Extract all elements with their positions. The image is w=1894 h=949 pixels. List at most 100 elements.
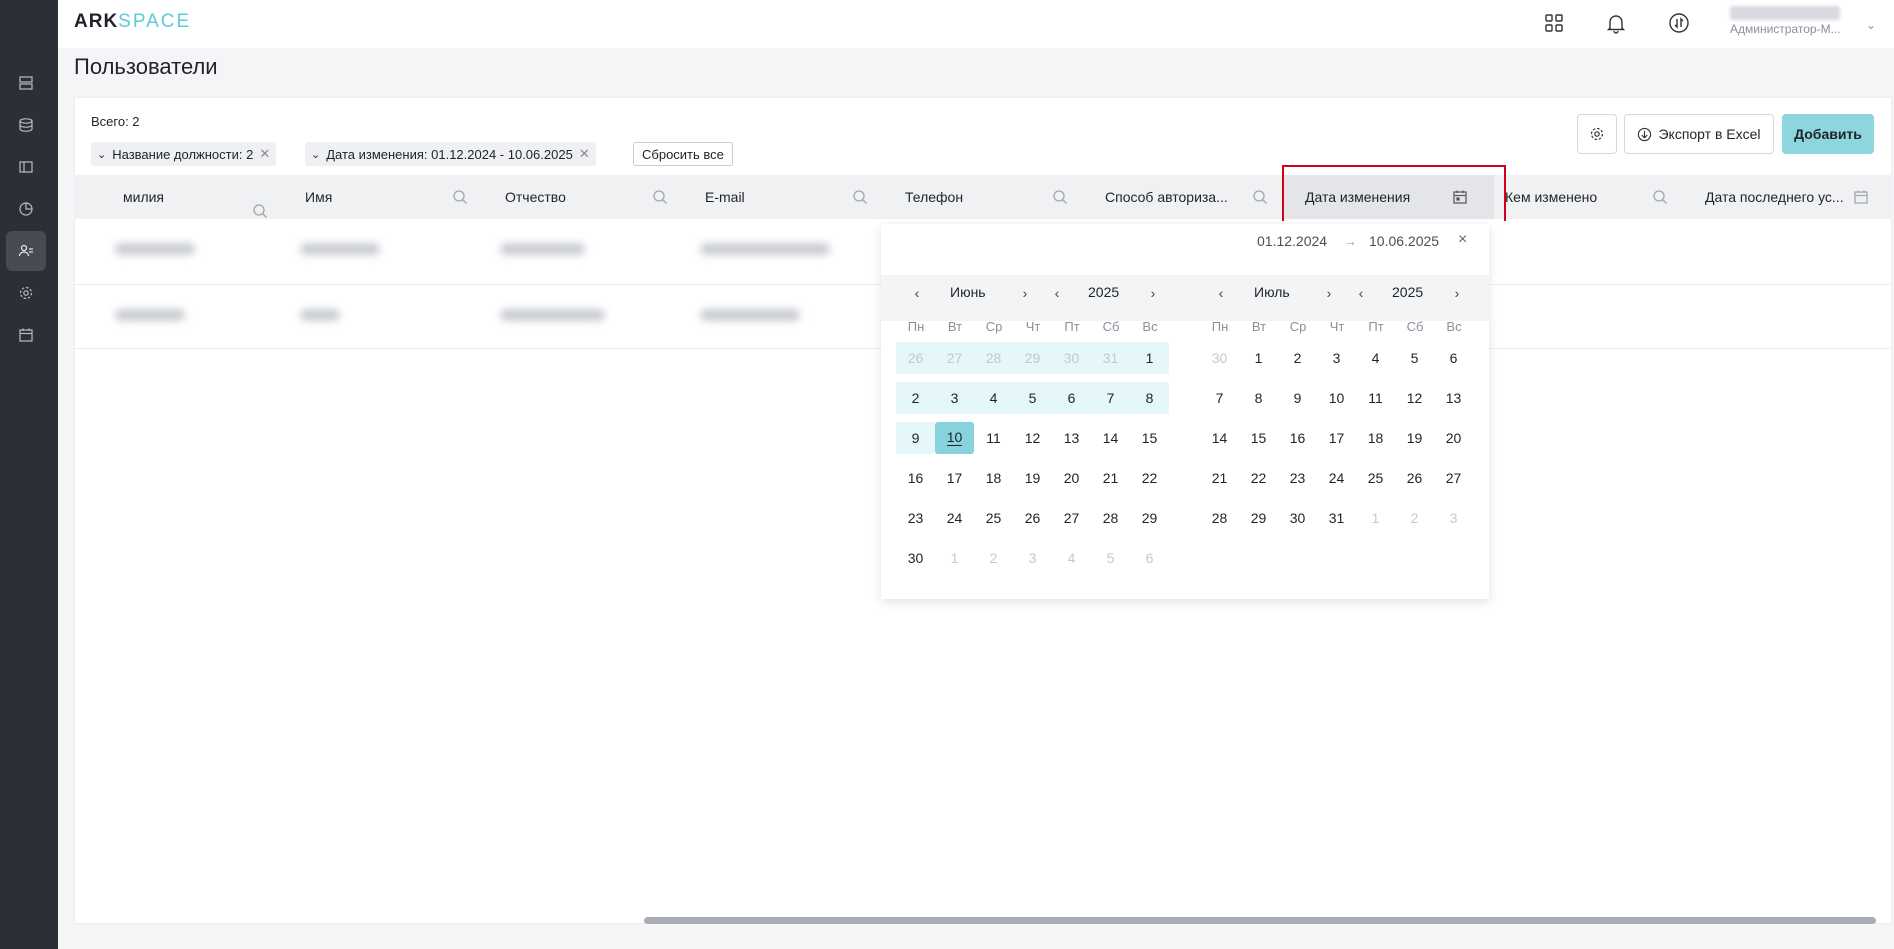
- left-month[interactable]: Июнь: [950, 284, 986, 300]
- calendar-day[interactable]: 24: [935, 502, 974, 534]
- calendar-day[interactable]: 29: [1130, 502, 1169, 534]
- search-icon[interactable]: [852, 189, 868, 208]
- prev-month-icon[interactable]: ‹: [1211, 283, 1231, 303]
- calendar-day[interactable]: 4: [1052, 542, 1091, 574]
- calendar-day[interactable]: 21: [1200, 462, 1239, 494]
- calendar-day[interactable]: 30: [1052, 342, 1091, 374]
- calendar-day[interactable]: 1: [1356, 502, 1395, 534]
- calendar-day[interactable]: 26: [896, 342, 935, 374]
- calendar-day[interactable]: 31: [1317, 502, 1356, 534]
- sidebar-users-icon[interactable]: [6, 231, 46, 271]
- right-year[interactable]: 2025: [1392, 284, 1423, 300]
- calendar-day[interactable]: 25: [974, 502, 1013, 534]
- user-avatar-blurred[interactable]: [1730, 6, 1840, 20]
- export-excel-button[interactable]: Экспорт в Excel: [1624, 114, 1774, 154]
- left-year[interactable]: 2025: [1088, 284, 1119, 300]
- calendar-day[interactable]: 9: [1278, 382, 1317, 414]
- calendar-day[interactable]: 12: [1395, 382, 1434, 414]
- calendar-day[interactable]: 30: [1200, 342, 1239, 374]
- calendar-day[interactable]: 18: [974, 462, 1013, 494]
- search-icon[interactable]: [1252, 189, 1268, 208]
- column-header-last-login[interactable]: Дата последнего ус...: [1705, 175, 1844, 219]
- calendar-day[interactable]: 8: [1130, 382, 1169, 414]
- calendar-day[interactable]: 5: [1013, 382, 1052, 414]
- calendar-day[interactable]: 11: [1356, 382, 1395, 414]
- calendar-day[interactable]: 19: [1395, 422, 1434, 454]
- search-icon[interactable]: [452, 189, 468, 208]
- search-icon[interactable]: [1052, 189, 1068, 208]
- calendar-day[interactable]: 20: [1052, 462, 1091, 494]
- calendar-day[interactable]: 17: [935, 462, 974, 494]
- calendar-day[interactable]: 16: [1278, 422, 1317, 454]
- next-month-icon[interactable]: ›: [1015, 283, 1035, 303]
- column-header-email[interactable]: E-mail: [705, 175, 745, 219]
- calendar-day[interactable]: 15: [1239, 422, 1278, 454]
- column-header-patronymic[interactable]: Отчество: [505, 175, 566, 219]
- calendar-day[interactable]: 26: [1395, 462, 1434, 494]
- column-header-name[interactable]: Имя: [305, 175, 332, 219]
- calendar-day[interactable]: 19: [1013, 462, 1052, 494]
- calendar-day[interactable]: 1: [935, 542, 974, 574]
- calendar-day[interactable]: 28: [974, 342, 1013, 374]
- calendar-day[interactable]: 28: [1200, 502, 1239, 534]
- calendar-day[interactable]: 7: [1200, 382, 1239, 414]
- calendar-day[interactable]: 27: [1052, 502, 1091, 534]
- calendar-day[interactable]: 3: [1013, 542, 1052, 574]
- bell-icon[interactable]: [1604, 11, 1628, 35]
- calendar-day[interactable]: 30: [896, 542, 935, 574]
- calendar-day[interactable]: 13: [1052, 422, 1091, 454]
- calendar-day[interactable]: 27: [935, 342, 974, 374]
- calendar-day[interactable]: 29: [1239, 502, 1278, 534]
- filter-chip-date[interactable]: ⌄ Дата изменения: 01.12.2024 - 10.06.202…: [305, 142, 596, 166]
- calendar-day[interactable]: 6: [1130, 542, 1169, 574]
- calendar-day[interactable]: 22: [1130, 462, 1169, 494]
- calendar-day[interactable]: 27: [1434, 462, 1473, 494]
- next-year-icon[interactable]: ›: [1447, 283, 1467, 303]
- calendar-day[interactable]: 11: [974, 422, 1013, 454]
- switch-icon[interactable]: [1667, 11, 1691, 35]
- calendar-day[interactable]: 28: [1091, 502, 1130, 534]
- calendar-day[interactable]: 6: [1434, 342, 1473, 374]
- calendar-day[interactable]: 22: [1239, 462, 1278, 494]
- calendar-day[interactable]: 1: [1239, 342, 1278, 374]
- calendar-day[interactable]: 4: [1356, 342, 1395, 374]
- range-start-input[interactable]: 01.12.2024: [1257, 233, 1327, 249]
- column-header-phone[interactable]: Телефон: [905, 175, 963, 219]
- calendar-day[interactable]: 15: [1130, 422, 1169, 454]
- calendar-day[interactable]: 20: [1434, 422, 1473, 454]
- calendar-day[interactable]: 18: [1356, 422, 1395, 454]
- calendar-day[interactable]: 25: [1356, 462, 1395, 494]
- calendar-icon[interactable]: [1853, 189, 1869, 208]
- sidebar-calendar-icon[interactable]: [0, 317, 52, 353]
- range-end-input[interactable]: 10.06.2025: [1369, 233, 1439, 249]
- prev-year-icon[interactable]: ‹: [1351, 283, 1371, 303]
- reset-all-button[interactable]: Сбросить все: [633, 142, 733, 166]
- calendar-day[interactable]: 5: [1091, 542, 1130, 574]
- table-settings-button[interactable]: [1577, 114, 1617, 154]
- calendar-day[interactable]: 3: [935, 382, 974, 414]
- calendar-day[interactable]: 12: [1013, 422, 1052, 454]
- next-month-icon[interactable]: ›: [1319, 283, 1339, 303]
- calendar-day[interactable]: 24: [1317, 462, 1356, 494]
- search-icon[interactable]: [652, 189, 668, 208]
- calendar-day[interactable]: 26: [1013, 502, 1052, 534]
- calendar-day[interactable]: 1: [1130, 342, 1169, 374]
- calendar-day[interactable]: 23: [1278, 462, 1317, 494]
- column-header-surname[interactable]: милия: [123, 175, 164, 219]
- column-header-auth-method[interactable]: Способ авториза...: [1105, 175, 1228, 219]
- calendar-day[interactable]: 17: [1317, 422, 1356, 454]
- prev-year-icon[interactable]: ‹: [1047, 283, 1067, 303]
- calendar-day[interactable]: 2: [896, 382, 935, 414]
- chevron-down-icon[interactable]: ⌄: [1866, 18, 1876, 32]
- calendar-day[interactable]: 13: [1434, 382, 1473, 414]
- filter-chip-position[interactable]: ⌄ Название должности: 2 ✕: [91, 142, 277, 166]
- calendar-day[interactable]: 31: [1091, 342, 1130, 374]
- calendar-day[interactable]: 10: [1317, 382, 1356, 414]
- clear-icon[interactable]: ×: [1458, 231, 1467, 249]
- sidebar-layout-icon[interactable]: [0, 149, 52, 185]
- search-icon[interactable]: [1652, 189, 1668, 208]
- calendar-day[interactable]: 3: [1317, 342, 1356, 374]
- calendar-day[interactable]: 2: [974, 542, 1013, 574]
- calendar-day[interactable]: 7: [1091, 382, 1130, 414]
- calendar-day[interactable]: 5: [1395, 342, 1434, 374]
